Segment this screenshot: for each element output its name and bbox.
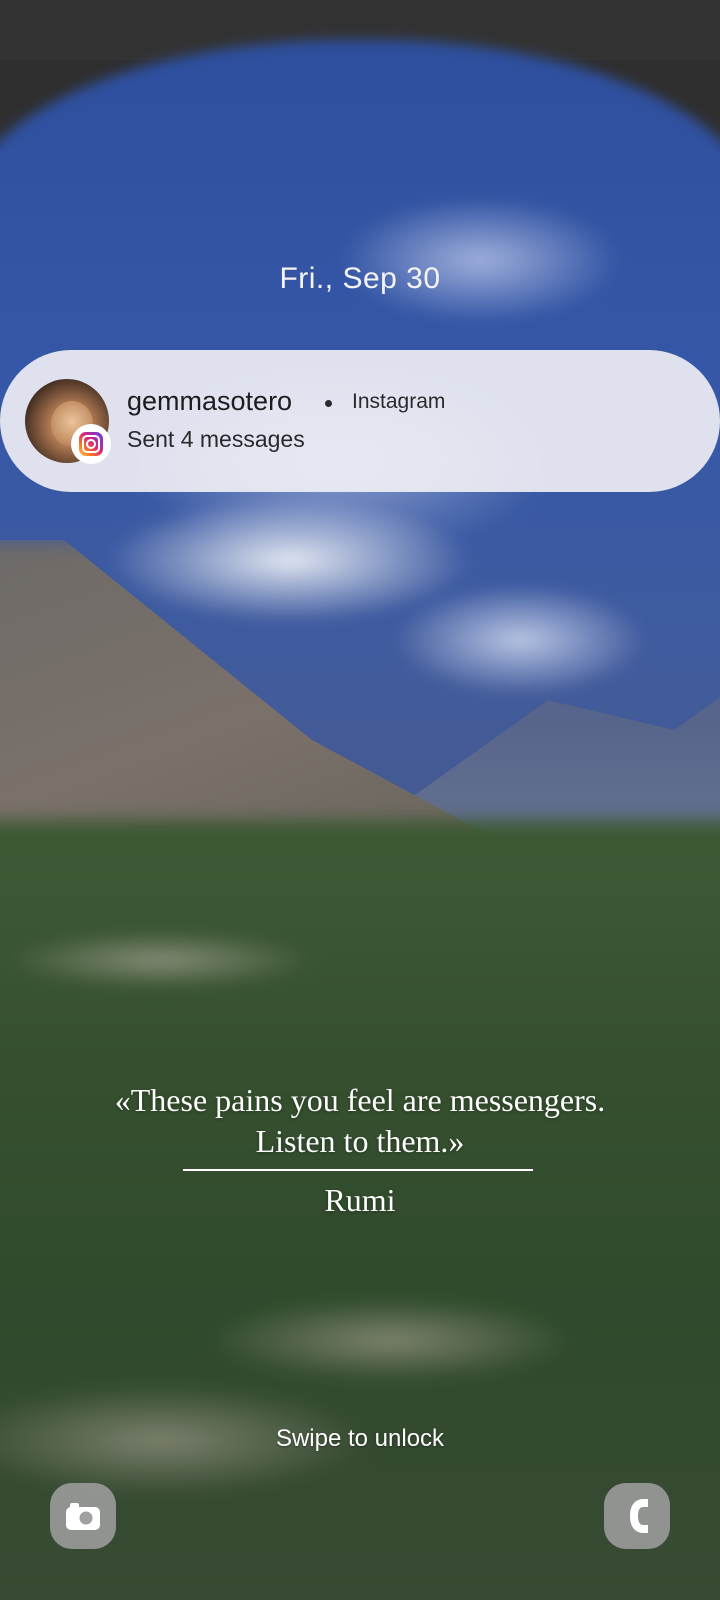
phone-shortcut-button[interactable] (604, 1483, 670, 1549)
phone-icon (630, 1499, 648, 1533)
quote-author: Rumi (324, 1182, 396, 1218)
instagram-icon (79, 432, 103, 456)
wallpaper-background (0, 0, 720, 1600)
notification-app-name: Instagram (352, 390, 446, 413)
quote-divider (183, 1169, 533, 1171)
lockscreen-quote: «These pains you feel are messengers. Li… (40, 1080, 680, 1162)
separator-dot (325, 400, 332, 407)
swipe-to-unlock-hint[interactable]: Swipe to unlock (0, 1425, 720, 1453)
instagram-badge (71, 424, 111, 464)
lockscreen-date: Fri., Sep 30 (279, 262, 441, 295)
quote-line-1: «These pains you feel are messengers. (114, 1082, 606, 1118)
camera-icon (66, 1503, 100, 1530)
camera-shortcut-button[interactable] (50, 1483, 116, 1549)
notification-message: Sent 4 messages (127, 426, 305, 452)
notification-sender: gemmasotero (127, 386, 293, 416)
quote-line-2: Listen to them.» (255, 1123, 465, 1159)
instagram-notification[interactable]: gemmasotero Instagram Sent 4 messages (0, 350, 720, 492)
